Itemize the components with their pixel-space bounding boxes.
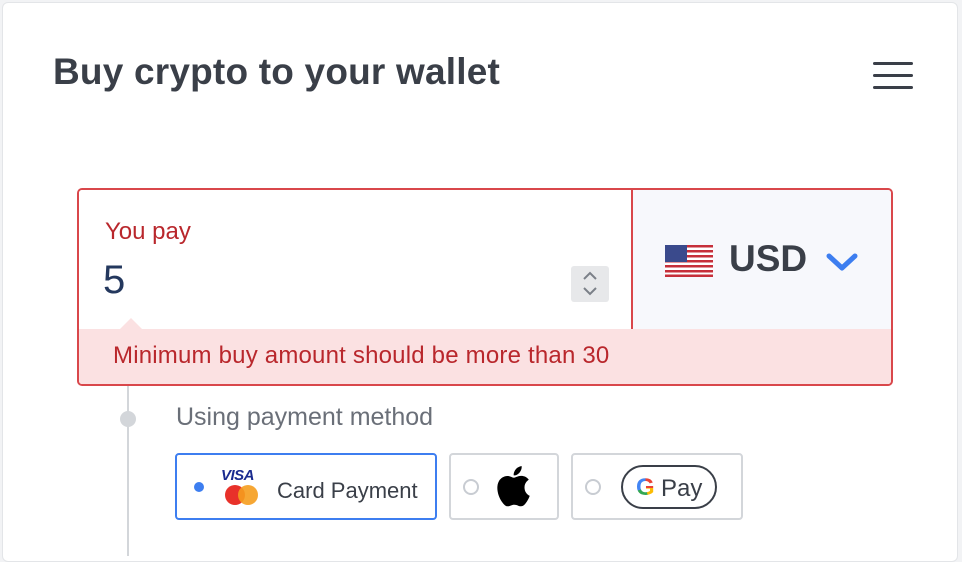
chevron-down-icon[interactable] — [582, 286, 598, 296]
apple-pay-radio[interactable] — [463, 479, 479, 495]
card-payment-radio[interactable] — [191, 479, 207, 495]
buy-crypto-card: Buy crypto to your wallet You pay 5 USD … — [2, 2, 958, 562]
apple-pay-option[interactable] — [449, 453, 559, 520]
google-g-icon: G — [636, 474, 655, 501]
amount-stepper[interactable] — [571, 266, 609, 302]
visa-mastercard-icon: VISA — [221, 467, 265, 509]
error-pointer — [119, 318, 143, 330]
google-pay-radio[interactable] — [585, 479, 601, 495]
you-pay-box: You pay 5 USD Minimum buy amount should … — [77, 188, 893, 386]
amount-section: You pay — [79, 190, 633, 329]
visa-logo: VISA — [221, 467, 255, 484]
card-payment-label: Card Payment — [277, 478, 418, 503]
you-pay-label: You pay — [105, 218, 191, 245]
currency-selector[interactable]: USD — [633, 190, 891, 329]
us-flag-icon — [665, 245, 713, 277]
amount-input[interactable] — [103, 256, 543, 304]
payment-method-label: Using payment method — [176, 403, 434, 431]
menu-bar — [873, 62, 913, 65]
mastercard-circle — [238, 485, 258, 505]
menu-bar — [873, 74, 913, 77]
error-message: Minimum buy amount should be more than 3… — [113, 342, 610, 369]
hamburger-menu-icon[interactable] — [869, 59, 913, 93]
chevron-up-icon[interactable] — [582, 271, 598, 281]
google-pay-option[interactable]: G Pay — [571, 453, 743, 520]
chevron-down-icon — [826, 253, 858, 271]
apple-icon — [497, 466, 530, 507]
menu-bar — [873, 86, 913, 89]
google-pay-text: Pay — [661, 475, 703, 502]
google-pay-logo: G Pay — [621, 465, 717, 509]
currency-code: USD — [729, 238, 808, 279]
timeline-dot — [120, 411, 136, 427]
page-title: Buy crypto to your wallet — [53, 51, 501, 92]
card-payment-option[interactable]: VISA Card Payment — [175, 453, 437, 520]
